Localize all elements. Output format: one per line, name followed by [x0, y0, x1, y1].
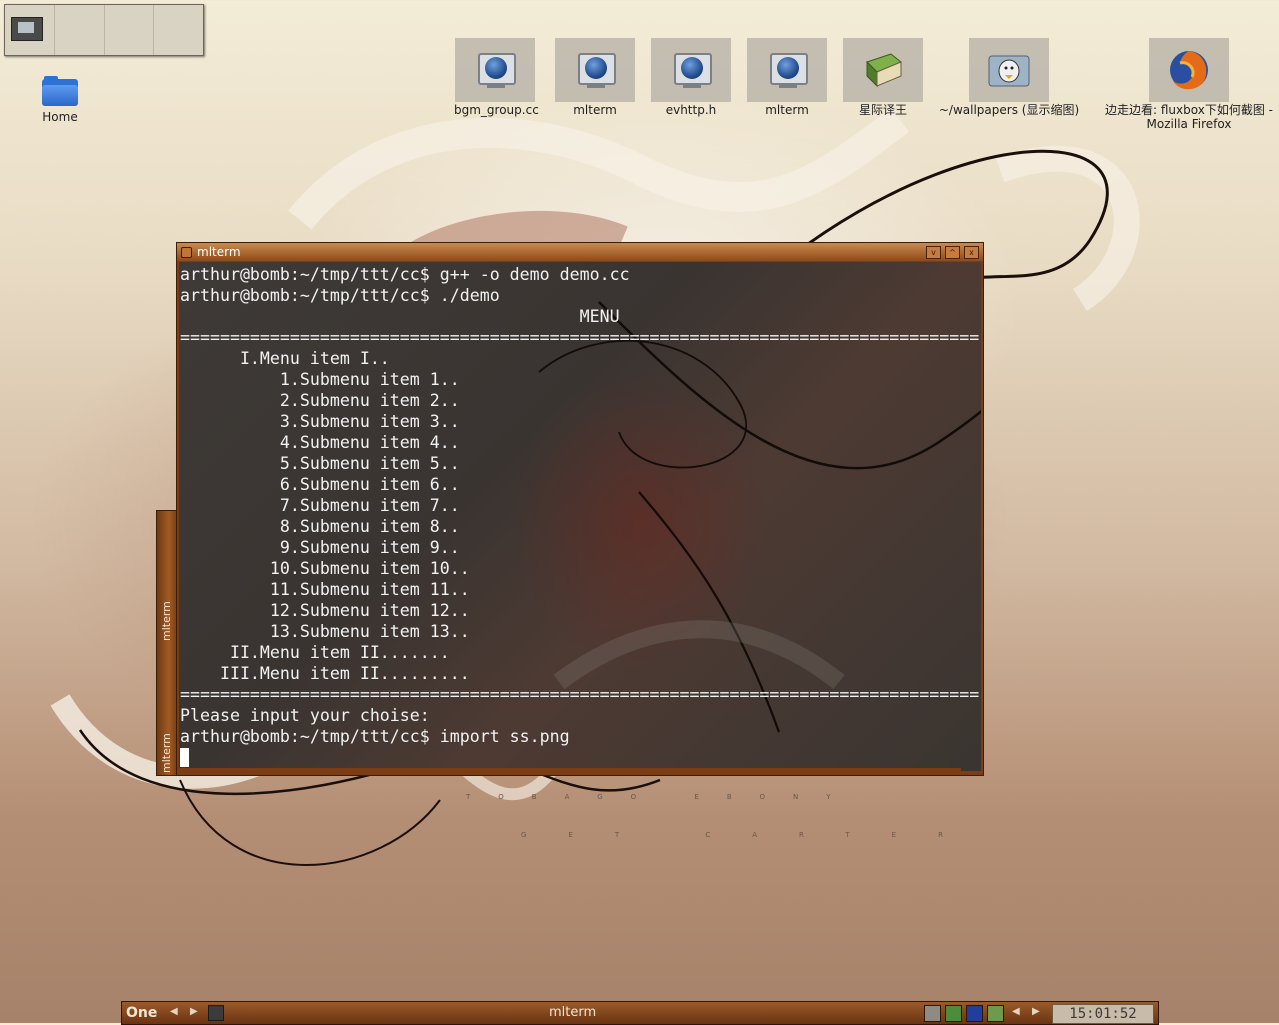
desktop-icon-wallpapers[interactable]: ~/wallpapers (显示缩图): [934, 38, 1084, 117]
workspace-4[interactable]: [154, 5, 203, 55]
workspace-3[interactable]: [105, 5, 155, 55]
clock: 15:01:52: [1052, 1004, 1154, 1024]
terminal-bottom-border: [179, 768, 961, 771]
terminal-line: I.Menu item I..: [180, 349, 390, 368]
terminal-line: ========================================…: [180, 328, 980, 347]
terminal-line: 10.Submenu item 10..: [180, 559, 470, 578]
minimize-button[interactable]: v: [926, 246, 941, 259]
desktop-icon-stardict[interactable]: 星际译王: [842, 38, 924, 117]
terminal-line: 2.Submenu item 2..: [180, 391, 460, 410]
tray-next-icon[interactable]: ▶: [1032, 1006, 1040, 1017]
terminal-line: arthur@bomb:~/tmp/ttt/cc$ ./demo: [180, 286, 500, 305]
terminal-line: 9.Submenu item 9..: [180, 538, 460, 557]
icon-label: bgm_group.cc: [454, 103, 539, 117]
workspace-name[interactable]: One: [126, 1005, 157, 1021]
terminal-line: 5.Submenu item 5..: [180, 454, 460, 473]
icon-label: ~/wallpapers (显示缩图): [938, 103, 1080, 117]
prev-workspace-icon[interactable]: ◀: [170, 1006, 178, 1017]
maximize-button[interactable]: ^: [945, 246, 960, 259]
monitor-icon: [767, 50, 808, 90]
terminal-line: 12.Submenu item 12..: [180, 601, 470, 620]
desktop-icon-mlterm-1[interactable]: mlterm: [554, 38, 636, 117]
terminal-line: ========================================…: [180, 685, 980, 704]
terminal-line: 1.Submenu item 1..: [180, 370, 460, 389]
monitor-icon: [671, 50, 712, 90]
workspace-2[interactable]: [55, 5, 105, 55]
tray-input-method-icon[interactable]: [966, 1005, 983, 1022]
terminal-line: 8.Submenu item 8..: [180, 517, 460, 536]
terminal-line: arthur@bomb:~/tmp/ttt/cc$ import ss.png: [180, 727, 570, 746]
tray-network-icon[interactable]: [945, 1005, 962, 1022]
tray-app-icon[interactable]: [924, 1005, 941, 1022]
icon-label: 边走边看: fluxbox下如何截图 - Mozilla Firefox: [1105, 103, 1273, 131]
home-desktop-icon[interactable]: Home: [28, 76, 92, 124]
terminal-line: MENU: [180, 307, 620, 326]
terminal-line: 11.Submenu item 11..: [180, 580, 470, 599]
monitor-icon: [575, 50, 616, 90]
tray-prev-icon[interactable]: ◀: [1012, 1006, 1020, 1017]
terminal-output: arthur@bomb:~/tmp/ttt/cc$ g++ -o demo de…: [180, 264, 979, 768]
window-titlebar[interactable]: mlterm v ^ x: [177, 243, 983, 261]
icon-label: mlterm: [765, 103, 809, 117]
workspace-pager[interactable]: [4, 4, 204, 56]
terminal-line: II.Menu item II.......: [180, 643, 450, 662]
desktop-icon-firefox[interactable]: 边走边看: fluxbox下如何截图 - Mozilla Firefox: [1104, 38, 1274, 131]
window-title: mlterm: [197, 245, 241, 259]
firefox-icon: [1170, 51, 1208, 90]
wallpaper-tagline-2: GET CARTER: [521, 831, 985, 839]
task-button[interactable]: mlterm: [549, 1005, 596, 1020]
tabbed-window-strip[interactable]: mlterm mlterm: [156, 510, 178, 776]
mini-window-icon: [11, 17, 43, 41]
terminal-line: III.Menu item II.........: [180, 664, 470, 683]
text-cursor: [180, 748, 189, 767]
icon-label: evhttp.h: [665, 103, 717, 117]
workspace-1[interactable]: [5, 5, 55, 55]
folder-icon: [42, 76, 78, 106]
desktop-icon-evhttp[interactable]: evhttp.h: [650, 38, 732, 117]
terminal-line: 7.Submenu item 7..: [180, 496, 460, 515]
terminal-line: Please input your choise:: [180, 706, 430, 725]
terminal-line: 3.Submenu item 3..: [180, 412, 460, 431]
terminal-line: 6.Submenu item 6..: [180, 475, 460, 494]
desktop-icon-bgm-group[interactable]: bgm_group.cc: [454, 38, 539, 117]
mlterm-window[interactable]: mlterm v ^ x arthur@bomb:~/tmp/ttt/cc$ g…: [176, 242, 984, 776]
tray-dictionary-icon[interactable]: [987, 1005, 1004, 1022]
monitor-icon: [475, 50, 516, 90]
terminal-line: arthur@bomb:~/tmp/ttt/cc$ g++ -o demo de…: [180, 265, 630, 284]
terminal-line: 4.Submenu item 4..: [180, 433, 460, 452]
close-button[interactable]: x: [964, 246, 979, 259]
book-icon: [866, 53, 902, 88]
terminal-area[interactable]: arthur@bomb:~/tmp/ttt/cc$ g++ -o demo de…: [179, 262, 981, 771]
icon-label: 星际译王: [858, 103, 907, 117]
desktop-icon-mlterm-2[interactable]: mlterm: [746, 38, 828, 117]
home-label: Home: [42, 110, 78, 124]
side-tab-label-1[interactable]: mlterm: [160, 601, 173, 641]
window-menu-icon[interactable]: [181, 247, 192, 258]
icon-label: mlterm: [573, 103, 617, 117]
wallpaper-tagline-1: TOBAGO EBONY: [466, 793, 859, 801]
image-folder-icon: [988, 55, 1030, 87]
task-window-icon[interactable]: [208, 1005, 224, 1021]
taskbar: One ◀ ▶ mlterm ◀ ▶ 15:01:52: [121, 1001, 1159, 1025]
next-workspace-icon[interactable]: ▶: [190, 1006, 198, 1017]
terminal-line: 13.Submenu item 13..: [180, 622, 470, 641]
side-tab-label-2[interactable]: mlterm: [160, 733, 173, 773]
